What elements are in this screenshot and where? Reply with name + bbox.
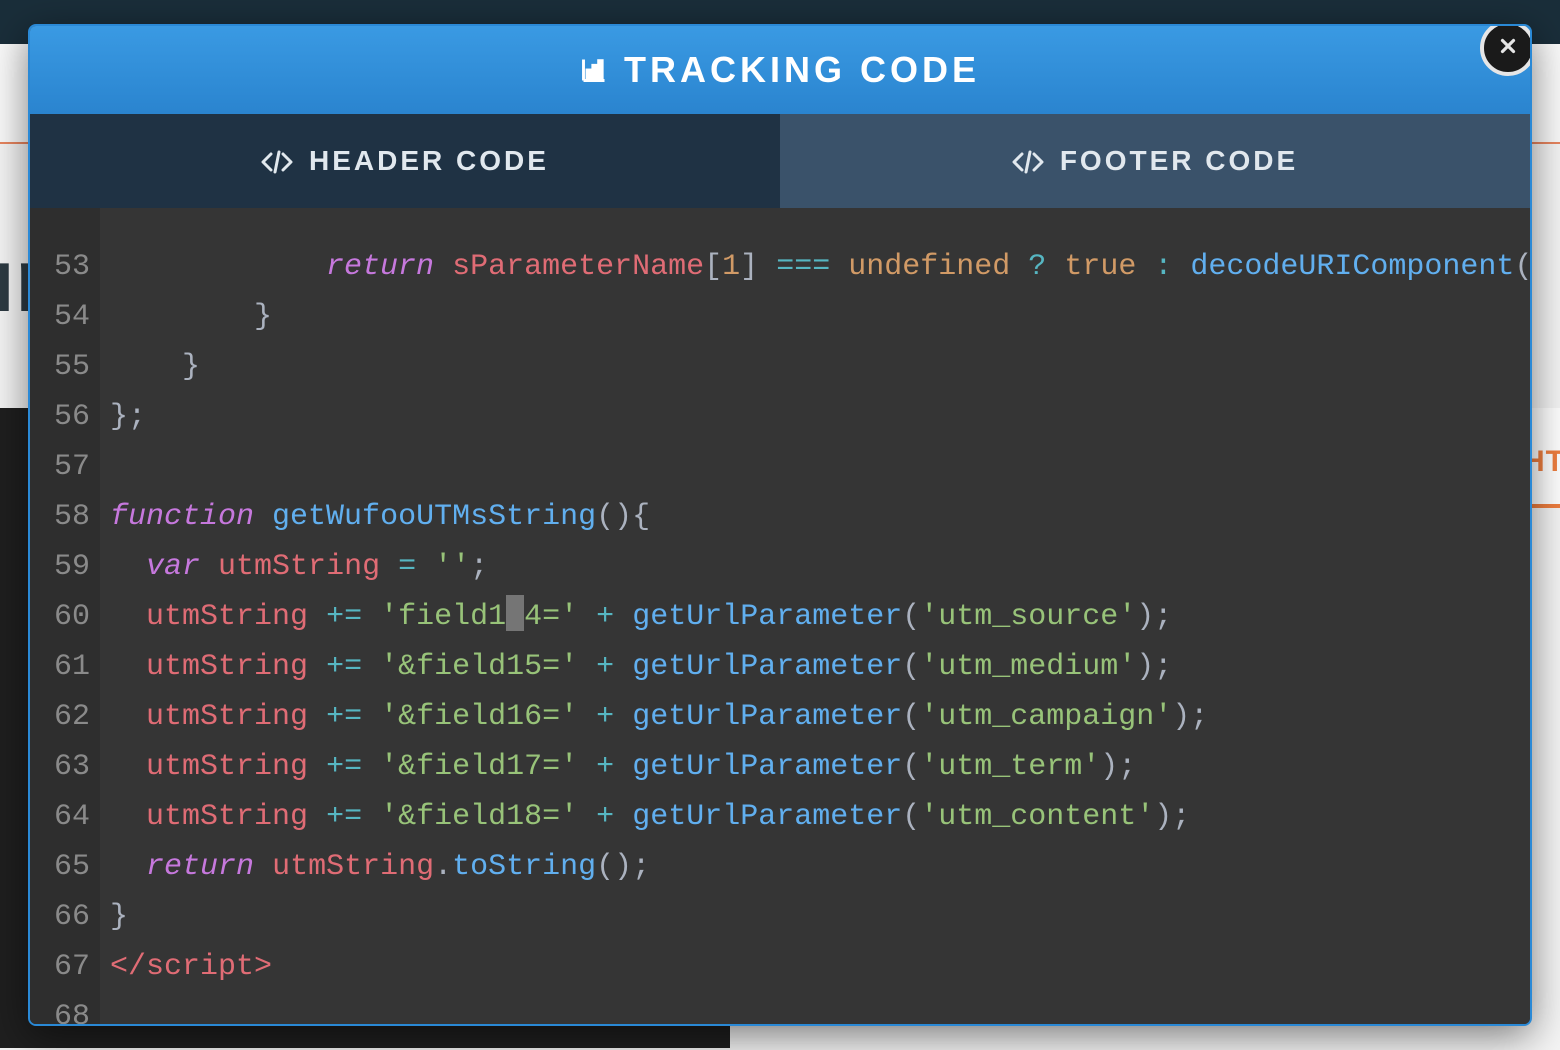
code-editor[interactable]: 53545556575859606162636465666768 if (sPa… (30, 208, 1530, 1024)
line-number: 63 (30, 742, 90, 792)
tab-footer-label: FOOTER CODE (1060, 145, 1298, 177)
tab-header-code[interactable]: HEADER CODE (30, 114, 780, 208)
tracking-code-modal: TRACKING CODE HEADER CODE FOOTER CODE 53… (28, 24, 1532, 1026)
line-number: 68 (30, 992, 90, 1024)
code-line[interactable]: return sParameterName[1] === undefined ?… (110, 242, 1530, 292)
text-cursor (506, 595, 524, 631)
tabs: HEADER CODE FOOTER CODE (30, 114, 1530, 208)
code-line[interactable] (110, 992, 1530, 1024)
code-line[interactable]: utmString += 'field14=' + getUrlParamete… (110, 592, 1530, 642)
line-number-gutter: 53545556575859606162636465666768 (30, 208, 100, 1024)
line-number: 53 (30, 242, 90, 292)
line-number: 54 (30, 292, 90, 342)
code-line[interactable]: if (sParameterName[0] === sParam) { (110, 208, 1530, 218)
code-line[interactable]: } (110, 292, 1530, 342)
code-line[interactable]: }; (110, 392, 1530, 442)
code-line[interactable]: } (110, 342, 1530, 392)
line-number: 64 (30, 792, 90, 842)
code-line[interactable]: </script> (110, 942, 1530, 992)
code-content[interactable]: if (sParameterName[0] === sParam) { retu… (100, 208, 1530, 1024)
line-number (30, 216, 90, 242)
line-number: 60 (30, 592, 90, 642)
code-line[interactable]: function getWufooUTMsString(){ (110, 492, 1530, 542)
line-number: 62 (30, 692, 90, 742)
line-number: 61 (30, 642, 90, 692)
code-icon (261, 149, 293, 173)
tab-header-label: HEADER CODE (309, 145, 549, 177)
line-number: 55 (30, 342, 90, 392)
line-number: 65 (30, 842, 90, 892)
modal-header: TRACKING CODE (30, 26, 1530, 114)
code-line[interactable]: utmString += '&field16=' + getUrlParamet… (110, 692, 1530, 742)
code-line[interactable]: utmString += '&field15=' + getUrlParamet… (110, 642, 1530, 692)
close-button[interactable] (1480, 24, 1532, 76)
code-line[interactable]: utmString += '&field18=' + getUrlParamet… (110, 792, 1530, 842)
close-icon (1497, 35, 1519, 62)
tab-footer-code[interactable]: FOOTER CODE (780, 114, 1530, 208)
line-number: 67 (30, 942, 90, 992)
code-line[interactable] (110, 442, 1530, 492)
line-number: 56 (30, 392, 90, 442)
code-line[interactable]: var utmString = ''; (110, 542, 1530, 592)
line-number: 66 (30, 892, 90, 942)
code-icon (1012, 149, 1044, 173)
chart-icon (580, 56, 608, 84)
line-number: 59 (30, 542, 90, 592)
modal-title: TRACKING CODE (624, 49, 980, 91)
line-number: 58 (30, 492, 90, 542)
code-line[interactable]: return utmString.toString(); (110, 842, 1530, 892)
code-line[interactable]: } (110, 892, 1530, 942)
line-number: 57 (30, 442, 90, 492)
code-line[interactable]: utmString += '&field17=' + getUrlParamet… (110, 742, 1530, 792)
